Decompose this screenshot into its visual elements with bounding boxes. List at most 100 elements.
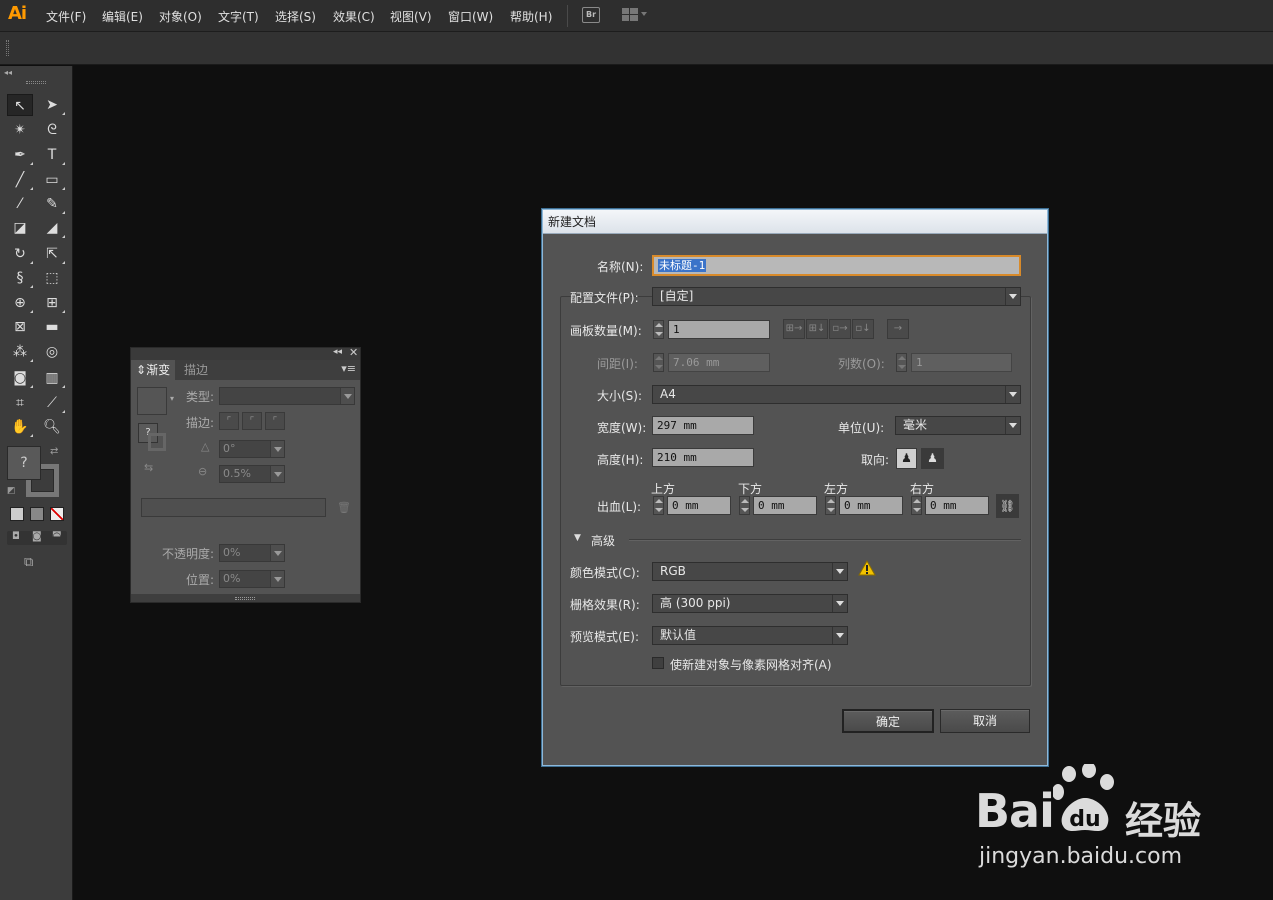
columns-input[interactable]: 1 xyxy=(911,353,1012,372)
menu-file[interactable]: 文件(F) xyxy=(46,8,86,25)
control-bar-grip[interactable] xyxy=(6,40,9,56)
gradient-tool-icon[interactable]: ▬ xyxy=(39,316,65,338)
hand-tool-icon[interactable]: ✋ xyxy=(7,416,33,438)
color-mode-select[interactable]: RGB xyxy=(652,562,848,581)
draw-inside-icon[interactable]: ◚ xyxy=(52,531,62,542)
cancel-button[interactable]: 取消 xyxy=(940,709,1030,733)
raster-select[interactable]: 高 (300 ppi) xyxy=(652,594,848,613)
portrait-orientation-icon[interactable]: ♟ xyxy=(896,448,917,469)
align-pixel-checkbox[interactable] xyxy=(652,657,664,669)
arrange-by-row-icon[interactable]: ▫→ xyxy=(829,319,851,339)
profile-select[interactable]: [自定] xyxy=(652,287,1021,306)
tab-gradient[interactable]: ⇕渐变 xyxy=(131,360,176,380)
gradient-mode-icon[interactable] xyxy=(30,507,44,521)
pen-tool-icon[interactable]: ✒ xyxy=(7,144,33,166)
bleed-left-input[interactable]: 0 mm xyxy=(839,496,903,515)
scale-tool-icon[interactable]: ⇱ xyxy=(39,243,65,265)
pencil-tool-icon[interactable]: ✎ xyxy=(39,193,65,215)
eraser-tool-icon[interactable]: ◢ xyxy=(39,217,65,239)
paintbrush-tool-icon[interactable]: ⁄ xyxy=(7,193,33,215)
location-input[interactable]: 0% xyxy=(219,570,285,588)
default-colors-icon[interactable]: ◩ xyxy=(7,486,16,496)
bleed-bottom-input[interactable]: 0 mm xyxy=(753,496,817,515)
ok-button[interactable]: 确定 xyxy=(842,709,934,733)
warp-tool-icon[interactable]: § xyxy=(7,267,33,289)
tab-stroke[interactable]: 描边 xyxy=(179,360,213,380)
panel-grip[interactable] xyxy=(26,81,46,84)
spacing-input[interactable]: 7.06 mm xyxy=(668,353,770,372)
menu-effect[interactable]: 效果(C) xyxy=(333,8,375,25)
free-transform-tool-icon[interactable]: ⬚ xyxy=(39,267,65,289)
perspective-grid-tool-icon[interactable]: ⊞ xyxy=(39,292,65,314)
lasso-tool-icon[interactable]: ᘓ xyxy=(39,119,65,141)
units-select[interactable]: 毫米 xyxy=(895,416,1021,435)
slice-tool-icon[interactable]: ⟋ xyxy=(39,392,65,414)
zoom-tool-icon[interactable]: 🔍︎ xyxy=(39,416,65,438)
workspace-switcher-icon[interactable] xyxy=(622,8,648,22)
bleed-bottom-stepper[interactable] xyxy=(739,496,750,515)
chevron-down-icon[interactable]: ▼ xyxy=(574,533,581,543)
none-mode-icon[interactable] xyxy=(50,507,64,521)
gradient-slider[interactable] xyxy=(141,498,326,517)
menu-select[interactable]: 选择(S) xyxy=(275,8,316,25)
blend-tool-icon[interactable]: ◎ xyxy=(39,341,65,363)
bleed-left-stepper[interactable] xyxy=(825,496,836,515)
mesh-tool-icon[interactable]: ⊠ xyxy=(7,316,33,338)
draw-behind-icon[interactable]: ◙ xyxy=(32,531,42,542)
bleed-top-stepper[interactable] xyxy=(653,496,664,515)
draw-normal-icon[interactable]: ◘ xyxy=(12,531,20,542)
line-tool-icon[interactable]: ╱ xyxy=(7,169,33,191)
color-mode-icon[interactable] xyxy=(10,507,24,521)
symbol-sprayer-tool-icon[interactable]: ◙ xyxy=(7,367,33,389)
stroke-within-icon[interactable]: ⌜ xyxy=(219,412,239,430)
right-to-left-icon[interactable]: → xyxy=(887,319,909,339)
gradient-swatch[interactable] xyxy=(137,387,167,415)
stroke-along-icon[interactable]: ⌜ xyxy=(242,412,262,430)
bridge-button[interactable]: Br xyxy=(582,7,600,23)
type-tool-icon[interactable]: T xyxy=(39,144,65,166)
close-icon[interactable]: ✕ xyxy=(349,346,358,359)
menu-object[interactable]: 对象(O) xyxy=(159,8,202,25)
artboards-input[interactable]: 1 xyxy=(668,320,770,339)
arrange-by-column-icon[interactable]: ▫↓ xyxy=(852,319,874,339)
fill-swatch[interactable]: ? xyxy=(7,446,41,480)
shape-builder-tool-icon[interactable]: ⊕ xyxy=(7,292,33,314)
bleed-top-input[interactable]: 0 mm xyxy=(667,496,731,515)
screen-mode-icon[interactable]: ⧉ xyxy=(24,555,33,570)
advanced-label[interactable]: 高级 xyxy=(591,532,615,549)
height-input[interactable]: 210 mm xyxy=(652,448,754,467)
stroke-across-icon[interactable]: ⌜ xyxy=(265,412,285,430)
trash-icon[interactable]: 🗑︎ xyxy=(337,501,351,514)
direct-selection-tool-icon[interactable]: ➤ xyxy=(39,94,65,116)
artboards-stepper[interactable] xyxy=(653,320,664,339)
menu-type[interactable]: 文字(T) xyxy=(218,8,259,25)
artboard-tool-icon[interactable]: ⌗ xyxy=(7,392,33,414)
grid-by-row-icon[interactable]: ⊞→ xyxy=(783,319,805,339)
gradient-stroke-box[interactable] xyxy=(148,433,166,451)
rectangle-tool-icon[interactable]: ▭ xyxy=(39,169,65,191)
width-input[interactable]: 297 mm xyxy=(652,416,754,435)
rotate-tool-icon[interactable]: ↻ xyxy=(7,243,33,265)
aspect-ratio-input[interactable]: 0.5% xyxy=(219,465,285,483)
panel-resize-grip[interactable] xyxy=(235,597,255,600)
menu-view[interactable]: 视图(V) xyxy=(390,8,432,25)
blob-brush-tool-icon[interactable]: ◪ xyxy=(7,217,33,239)
reverse-gradient-icon[interactable]: ⇆ xyxy=(144,461,153,474)
link-icon[interactable]: ⛓ xyxy=(996,494,1019,518)
magic-wand-tool-icon[interactable]: ✴ xyxy=(7,119,33,141)
menu-help[interactable]: 帮助(H) xyxy=(510,8,552,25)
type-select[interactable] xyxy=(219,387,355,405)
swap-fill-stroke-icon[interactable]: ⇄ xyxy=(50,446,58,457)
eyedropper-tool-icon[interactable]: ⁂ xyxy=(7,341,33,363)
panel-menu-icon[interactable]: ▾≡ xyxy=(341,362,356,375)
opacity-input[interactable]: 0% xyxy=(219,544,285,562)
name-input[interactable]: 未标题-1 xyxy=(652,255,1021,276)
bleed-right-input[interactable]: 0 mm xyxy=(925,496,989,515)
chevron-down-icon[interactable]: ▾ xyxy=(170,394,174,403)
landscape-orientation-icon[interactable]: ♟ xyxy=(921,448,944,469)
spacing-stepper[interactable] xyxy=(653,353,664,372)
preview-mode-select[interactable]: 默认值 xyxy=(652,626,848,645)
selection-tool-icon[interactable]: ↖ xyxy=(7,94,33,116)
angle-input[interactable]: 0° xyxy=(219,440,285,458)
collapse-icon[interactable]: ◂◂ xyxy=(333,347,342,357)
